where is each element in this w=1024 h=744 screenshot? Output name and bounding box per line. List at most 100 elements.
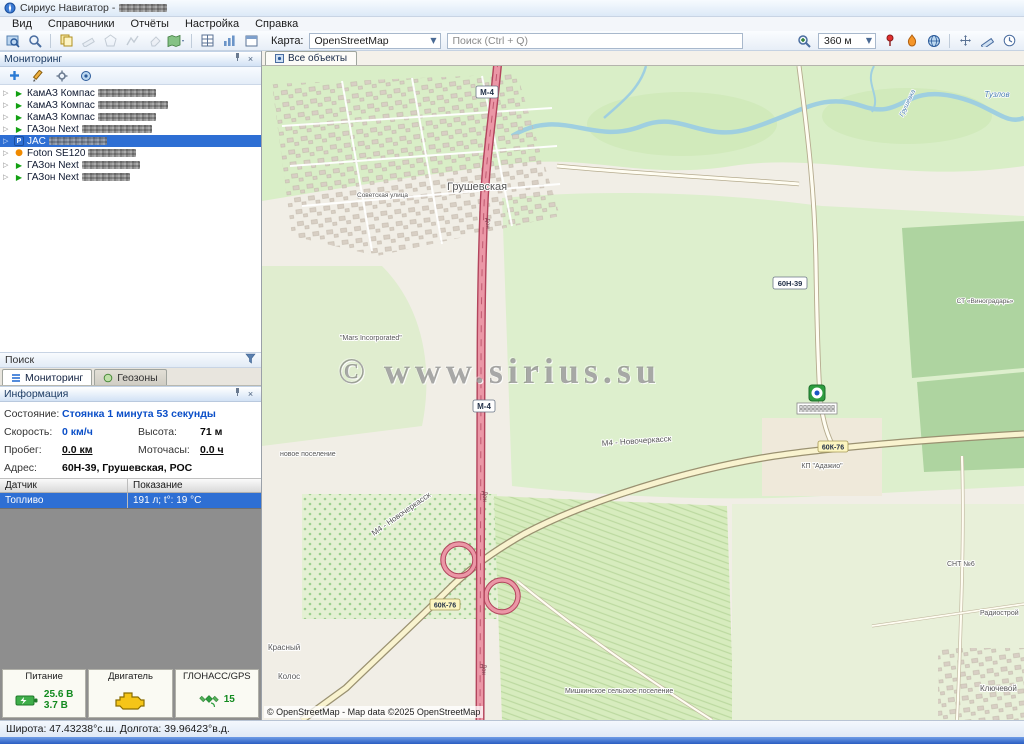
chevron-down-icon: ▼: [430, 36, 436, 45]
map-layers-icon[interactable]: [166, 32, 186, 50]
expander-icon[interactable]: ▷: [3, 149, 11, 157]
clock-icon[interactable]: [999, 32, 1019, 50]
expander-icon[interactable]: ▷: [3, 173, 11, 181]
timeline-icon[interactable]: [219, 32, 239, 50]
expander-icon[interactable]: ▷: [3, 137, 11, 145]
polygon-tool-icon[interactable]: [100, 32, 120, 50]
sensor-col-header[interactable]: Датчик: [0, 479, 128, 492]
copy-map-icon[interactable]: [56, 32, 76, 50]
road-badge-60k76: 60К-76: [822, 445, 844, 452]
settings-gear-icon[interactable]: [52, 67, 72, 85]
map-scale-value: 360 м: [824, 35, 852, 47]
expander-icon[interactable]: ▷: [3, 113, 11, 121]
vehicle-name: ГАЗон Next: [27, 160, 79, 171]
close-panel-icon[interactable]: ×: [244, 388, 257, 401]
vehicle-name: ГАЗон Next: [27, 172, 79, 183]
gnss-gauge-title: ГЛОНАСС/GPS: [183, 671, 251, 682]
vehicle-row[interactable]: ▷КамАЗ Компас: [0, 99, 261, 111]
tab-geozones[interactable]: Геозоны: [94, 369, 166, 385]
openstreetmap-basemap: М-4 М-4 60Н-39 60К-76 60К-76 Грушевская …: [262, 66, 1024, 720]
map-scale-select[interactable]: 360 м▼: [818, 33, 876, 49]
menu-view[interactable]: Вид: [4, 18, 40, 30]
map-canvas[interactable]: М-4 М-4 60Н-39 60К-76 60К-76 Грушевская …: [262, 66, 1024, 720]
poi-label-radiostroy: Радиострой: [980, 609, 1019, 617]
map-provider-select[interactable]: OpenStreetMap▼: [309, 33, 441, 49]
vehicle-row[interactable]: ▷КамАЗ Компас: [0, 87, 261, 99]
vehicle-row[interactable]: ▷ГАЗон Next: [0, 123, 261, 135]
vehicle-status-icon: [14, 100, 24, 110]
pin-icon[interactable]: [880, 32, 900, 50]
board-voltage-value: 25.6 В: [44, 689, 73, 700]
tab-monitoring[interactable]: Мониторинг: [2, 369, 92, 385]
satellites-count: 15: [224, 694, 235, 705]
speed-value: 0 км/ч: [62, 426, 138, 438]
monitoring-panel-header: Мониторинг ×: [0, 51, 261, 67]
road-badge-60n39: 60Н-39: [778, 279, 803, 288]
vehicle-status-icon: [14, 136, 24, 146]
measure-icon[interactable]: [977, 32, 997, 50]
pin-panel-icon[interactable]: [231, 387, 244, 401]
pin-panel-icon[interactable]: [231, 52, 244, 66]
menu-directories[interactable]: Справочники: [40, 18, 123, 30]
dock-empty-area: [0, 508, 261, 668]
expander-icon[interactable]: ▷: [3, 125, 11, 133]
map-select-label: Карта:: [271, 35, 304, 47]
ruler-tool-icon[interactable]: [78, 32, 98, 50]
filter-funnel-icon[interactable]: [245, 353, 256, 367]
satellite-icon: [199, 691, 219, 709]
edit-object-icon[interactable]: [28, 67, 48, 85]
events-icon[interactable]: [902, 32, 922, 50]
vehicle-status-icon: [14, 160, 24, 170]
add-object-icon[interactable]: [4, 67, 24, 85]
map-panel: Все объекты: [262, 51, 1024, 720]
battery-icon: [15, 693, 39, 707]
engine-hours-value[interactable]: 0.0 ч: [200, 444, 224, 456]
close-panel-icon[interactable]: ×: [244, 53, 257, 66]
vehicle-row[interactable]: ▷Foton SE120: [0, 147, 261, 159]
pan-icon[interactable]: [955, 32, 975, 50]
value-col-header[interactable]: Показание: [128, 479, 261, 492]
place-label-novoe-poselenie: новое поселение: [280, 451, 336, 458]
tab-geozones-label: Геозоны: [117, 372, 157, 384]
menu-help[interactable]: Справка: [247, 18, 306, 30]
menu-reports[interactable]: Отчёты: [123, 18, 177, 30]
expander-icon[interactable]: ▷: [3, 161, 11, 169]
map-search-icon[interactable]: [3, 32, 23, 50]
title-bar: Сириус Навигатор -: [0, 0, 1024, 17]
vehicle-row-selected[interactable]: ▷JAC: [0, 135, 261, 147]
sensor-value: 191 л; t°: 19 °C: [128, 493, 261, 508]
vehicle-row[interactable]: ▷ ГАЗон Next: [0, 159, 261, 171]
redacted-marker-label: [799, 405, 835, 412]
toolbar-separator: [949, 34, 950, 48]
expander-icon[interactable]: ▷: [3, 101, 11, 109]
grid-icon[interactable]: [197, 32, 217, 50]
calendar-icon[interactable]: [241, 32, 261, 50]
m4-shield: М-4: [477, 402, 491, 411]
zoom-select-icon[interactable]: [25, 32, 45, 50]
expander-icon[interactable]: ▷: [3, 89, 11, 97]
globe-icon[interactable]: [924, 32, 944, 50]
map-tab-all-objects[interactable]: Все объекты: [265, 51, 357, 65]
toolbar-separator: [191, 34, 192, 48]
zoom-extent-icon[interactable]: [794, 32, 814, 50]
gnss-gauge: ГЛОНАСС/GPS 15: [175, 669, 259, 718]
global-search-input[interactable]: [447, 33, 743, 49]
menu-settings[interactable]: Настройка: [177, 18, 247, 30]
poi-label-snt6: СНТ №6: [947, 561, 975, 568]
vehicle-row[interactable]: ▷КамАЗ Компас: [0, 111, 261, 123]
vehicle-tree: ▷КамАЗ Компас ▷КамАЗ Компас ▷КамАЗ Компа…: [0, 85, 261, 352]
monitoring-toolbar: [0, 67, 261, 85]
tree-filter-bar[interactable]: Поиск: [0, 352, 261, 368]
poi-label-vinogradar: СТ «Виноградарь»: [957, 298, 1014, 305]
route-tool-icon[interactable]: [122, 32, 142, 50]
tree-filter-label: Поиск: [5, 354, 34, 366]
mileage-value[interactable]: 0.0 км: [62, 444, 138, 456]
street-label: Советская улица: [357, 192, 408, 199]
vehicle-row[interactable]: ▷ ГАЗон Next: [0, 171, 261, 183]
poi-label-adagio: КП "Адажио": [801, 463, 843, 470]
speed-label: Скорость:: [4, 426, 62, 438]
sensor-row-fuel[interactable]: Топливо 191 л; t°: 19 °C: [0, 493, 261, 508]
district-label: Мишкинское сельское поселение: [565, 688, 673, 695]
gps-follow-icon[interactable]: [76, 67, 96, 85]
eraser-tool-icon[interactable]: [144, 32, 164, 50]
